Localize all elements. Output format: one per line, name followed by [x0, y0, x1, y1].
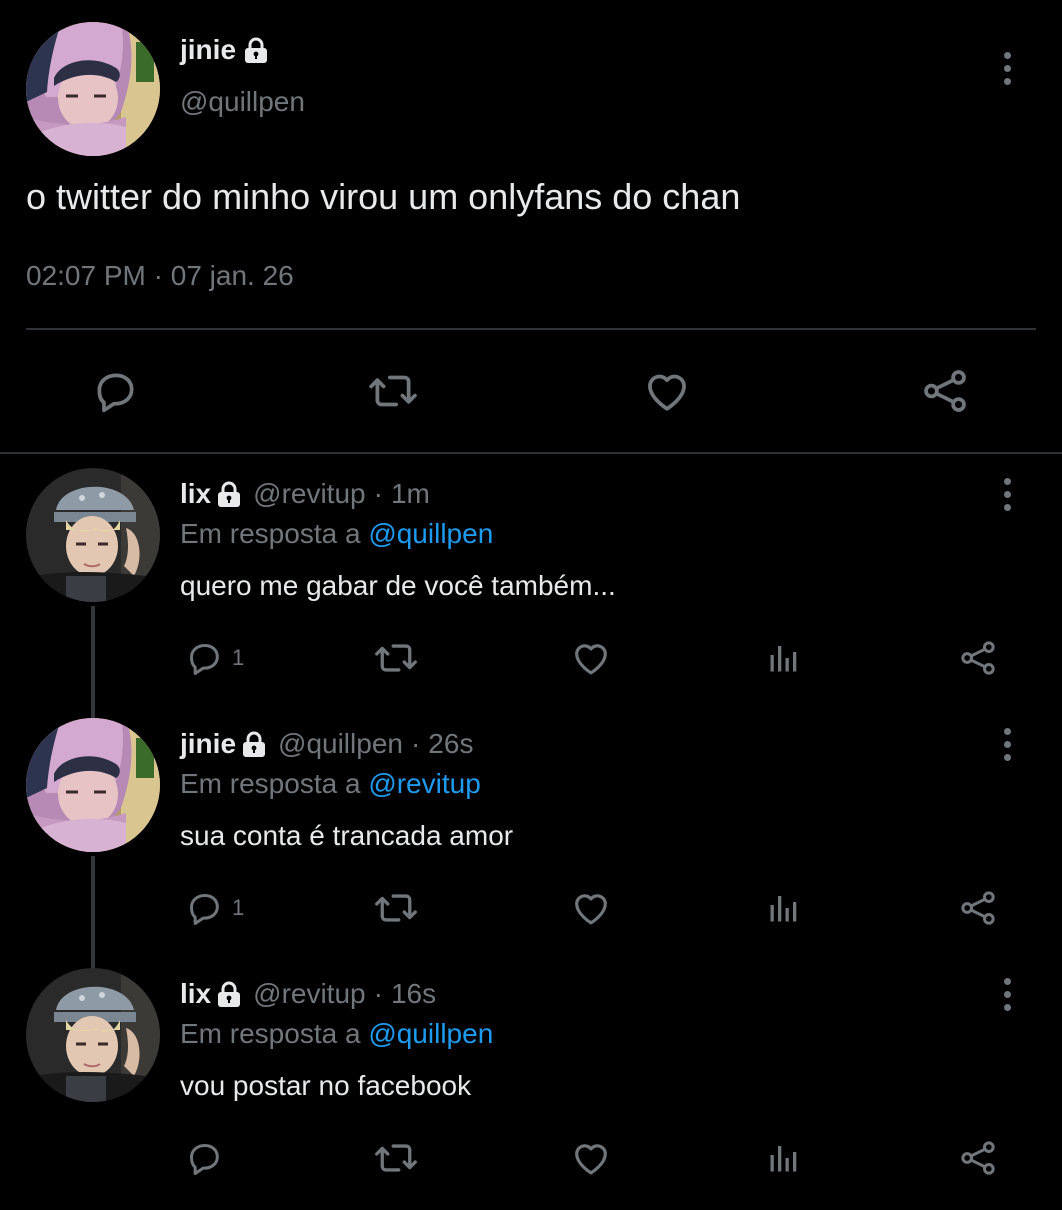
display-name[interactable]: jinie: [180, 728, 236, 760]
share-icon: [958, 638, 998, 678]
reply-button[interactable]: [184, 1136, 232, 1180]
reply-count: 1: [232, 895, 245, 920]
reply-time[interactable]: 26s: [428, 728, 473, 760]
share-button[interactable]: [920, 366, 970, 416]
reply-header: lix @revitup · 1m: [180, 478, 430, 510]
reply-icon: [184, 888, 224, 928]
lock-icon: [242, 731, 266, 757]
tweet-timestamp[interactable]: 02:07 PM · 07 jan. 26: [26, 260, 294, 292]
lock-icon: [244, 37, 268, 63]
reply-mention-link[interactable]: @revitup: [368, 768, 480, 799]
meta-separator: ·: [410, 728, 421, 759]
reply-context: Em resposta a @revitup: [180, 768, 481, 800]
tweet-text: o twitter do minho virou um onlyfans do …: [26, 176, 741, 217]
tweet-time: 02:07 PM: [26, 260, 146, 291]
reply-time[interactable]: 16s: [391, 978, 436, 1010]
share-button[interactable]: [958, 1136, 998, 1180]
divider: [26, 328, 1036, 330]
like-button[interactable]: [570, 886, 612, 930]
reply-mention-link[interactable]: @quillpen: [368, 1018, 493, 1049]
divider: [0, 452, 1062, 454]
views-button[interactable]: [766, 636, 802, 680]
share-button[interactable]: [958, 886, 998, 930]
lock-icon: [217, 481, 241, 507]
retweet-button[interactable]: [374, 1136, 418, 1180]
like-icon: [570, 887, 612, 929]
reply-button[interactable]: [90, 366, 140, 416]
avatar[interactable]: [26, 468, 160, 602]
retweet-icon: [374, 1136, 418, 1180]
retweet-button[interactable]: [374, 636, 418, 680]
author-handle[interactable]: @quillpen: [278, 728, 403, 760]
like-icon: [570, 1137, 612, 1179]
reply-context: Em resposta a @quillpen: [180, 1018, 493, 1050]
more-options-icon[interactable]: [997, 478, 1017, 511]
reply-mention-link[interactable]: @quillpen: [368, 518, 493, 549]
author-handle[interactable]: @revitup: [253, 978, 365, 1010]
like-button[interactable]: [570, 1136, 612, 1180]
avatar-photo-grey-beanie-icon: [26, 968, 160, 1102]
reply-tweet[interactable]: lix @revitup · 16s Em resposta a @quillp…: [0, 960, 1062, 1210]
reply-count: 1: [232, 645, 245, 670]
reply-text: vou postar no facebook: [180, 1070, 472, 1101]
reply-button[interactable]: 1: [184, 636, 244, 680]
like-icon: [570, 637, 612, 679]
reply-header: jinie @quillpen · 26s: [180, 728, 473, 760]
reply-header: lix @revitup · 16s: [180, 978, 436, 1010]
reply-prefix: Em resposta a: [180, 768, 361, 799]
like-icon: [642, 366, 692, 416]
avatar-photo-grey-beanie-icon: [26, 468, 160, 602]
reply-prefix: Em resposta a: [180, 1018, 361, 1049]
more-options-icon[interactable]: [997, 728, 1017, 761]
reply-button[interactable]: 1: [184, 886, 244, 930]
lock-icon: [217, 981, 241, 1007]
reply-time[interactable]: 1m: [391, 478, 430, 510]
reply-tweet[interactable]: lix @revitup · 1m Em resposta a @quillpe…: [0, 460, 1062, 710]
share-icon: [958, 888, 998, 928]
views-button[interactable]: [766, 886, 802, 930]
retweet-icon: [368, 366, 418, 416]
meta-separator: ·: [373, 478, 383, 509]
like-button[interactable]: [642, 366, 692, 416]
share-icon: [920, 366, 970, 416]
reply-text: sua conta é trancada amor: [180, 820, 514, 851]
retweet-button[interactable]: [374, 886, 418, 930]
share-icon: [958, 1138, 998, 1178]
retweet-icon: [374, 636, 418, 680]
avatar[interactable]: [26, 968, 160, 1102]
avatar[interactable]: [26, 22, 160, 156]
tweet-date: 07 jan. 26: [170, 260, 294, 291]
author-name[interactable]: jinie: [180, 34, 268, 66]
like-button[interactable]: [570, 636, 612, 680]
views-icon: [766, 1140, 802, 1176]
reply-icon: [90, 366, 140, 416]
reply-text: quero me gabar de você também...: [180, 570, 616, 601]
avatar-photo-pink-hood-icon: [26, 718, 160, 852]
reply-icon: [184, 1138, 224, 1178]
avatar[interactable]: [26, 718, 160, 852]
retweet-icon: [374, 886, 418, 930]
main-tweet: jinie @quillpen o twitter do minho virou…: [0, 0, 1062, 452]
views-icon: [766, 890, 802, 926]
views-button[interactable]: [766, 1136, 802, 1180]
share-button[interactable]: [958, 636, 998, 680]
author-handle[interactable]: @revitup: [253, 478, 365, 510]
reply-icon: [184, 638, 224, 678]
more-options-icon[interactable]: [997, 52, 1017, 85]
reply-tweet[interactable]: jinie @quillpen · 26s Em resposta a @rev…: [0, 710, 1062, 960]
avatar-photo-pink-hood-icon: [26, 22, 160, 156]
more-options-icon[interactable]: [997, 978, 1017, 1011]
display-name[interactable]: lix: [180, 478, 211, 510]
display-name[interactable]: jinie: [180, 34, 236, 66]
meta-separator: ·: [153, 260, 163, 291]
views-icon: [766, 640, 802, 676]
reply-prefix: Em resposta a: [180, 518, 361, 549]
retweet-button[interactable]: [368, 366, 418, 416]
author-handle[interactable]: @quillpen: [180, 86, 305, 118]
reply-context: Em resposta a @quillpen: [180, 518, 493, 550]
display-name[interactable]: lix: [180, 978, 211, 1010]
meta-separator: ·: [373, 978, 383, 1009]
